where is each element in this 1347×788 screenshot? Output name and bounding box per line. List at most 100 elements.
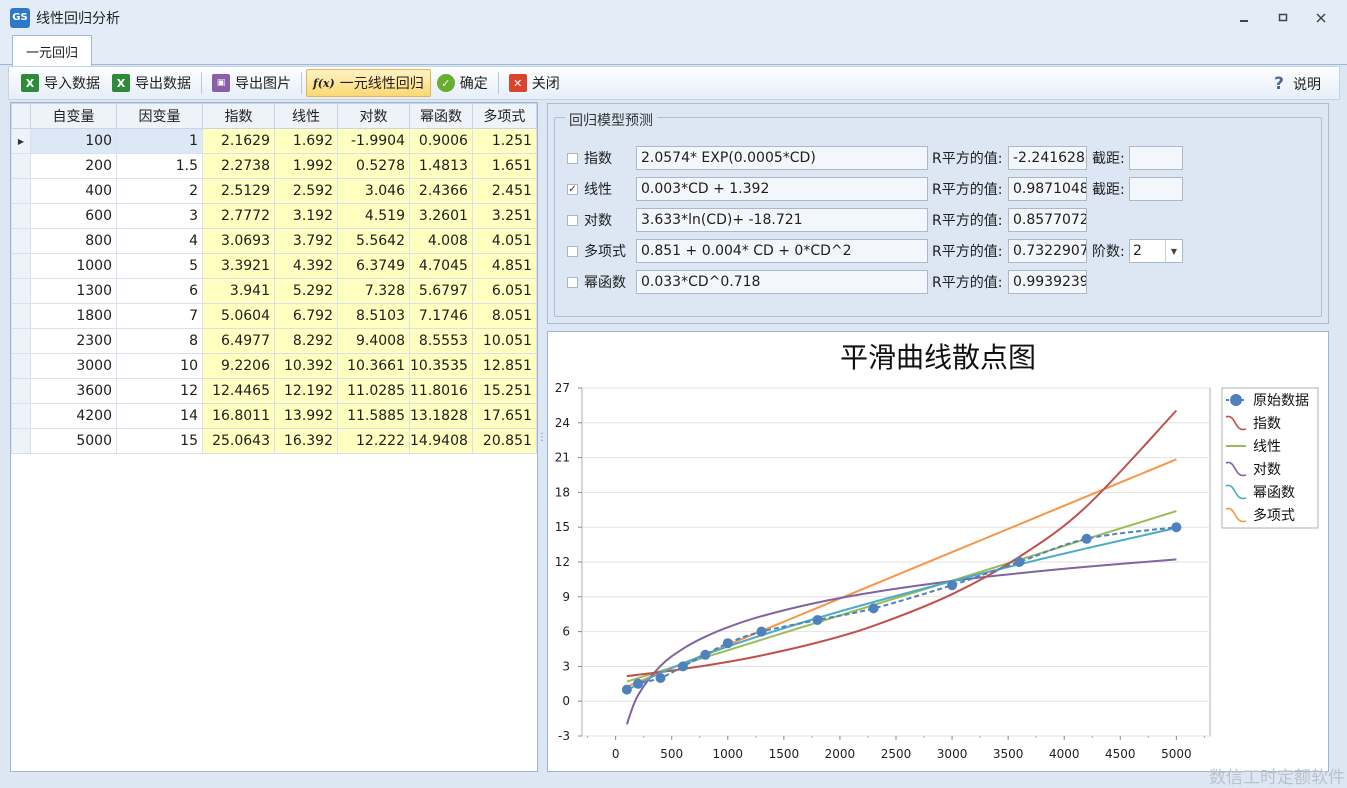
table-cell[interactable]: 10	[116, 353, 203, 379]
table-cell[interactable]: 8.292	[274, 328, 338, 354]
table-cell[interactable]: 1.992	[274, 153, 338, 179]
table-cell[interactable]: 16.392	[274, 428, 338, 454]
table-cell[interactable]: 4.392	[274, 253, 338, 279]
table-row[interactable]: 1300 6 3.941 5.292 7.328 5.6797 6.051	[11, 278, 537, 304]
table-cell[interactable]: 4	[116, 228, 203, 254]
table-row[interactable]: 200 1.5 2.2738 1.992 0.5278 1.4813 1.651	[11, 153, 537, 179]
table-cell[interactable]: 14.9408	[409, 428, 473, 454]
table-cell[interactable]: 13.992	[274, 403, 338, 429]
table-cell[interactable]: 5	[116, 253, 203, 279]
formula-field[interactable]: 0.851 + 0.004* CD + 0*CD^2	[636, 239, 928, 263]
row-indicator[interactable]	[11, 403, 31, 429]
table-row[interactable]: 5000 15 25.0643 16.392 12.222 14.9408 20.851	[11, 428, 537, 454]
model-checkbox[interactable]	[567, 152, 578, 164]
table-cell[interactable]: 3.2601	[409, 203, 473, 229]
table-cell[interactable]: 12.192	[274, 378, 338, 404]
table-cell[interactable]: 20.851	[471, 428, 537, 454]
table-cell[interactable]: 6.3749	[337, 253, 410, 279]
table-row[interactable]: 1800 7 5.0604 6.792 8.5103 7.1746 8.051	[11, 303, 537, 329]
order-select[interactable]: 2 ▼	[1129, 239, 1183, 263]
table-cell[interactable]: 6.792	[274, 303, 338, 329]
r-squared-field[interactable]: -2.2416285	[1008, 146, 1087, 170]
table-cell[interactable]: 11.5885	[337, 403, 410, 429]
table-cell[interactable]: 5.292	[274, 278, 338, 304]
panel-splitter[interactable]: ⋮	[537, 102, 547, 772]
column-header-poly[interactable]: 多项式	[471, 103, 537, 129]
import-data-button[interactable]: X 导入数据	[15, 69, 106, 97]
table-cell[interactable]: 4.519	[337, 203, 410, 229]
model-checkbox[interactable]	[567, 276, 578, 288]
table-cell[interactable]: 2.4366	[409, 178, 473, 204]
maximize-button[interactable]	[1273, 10, 1293, 26]
table-row[interactable]: 4200 14 16.8011 13.992 11.5885 13.1828 17.651	[11, 403, 537, 429]
table-cell[interactable]: 4.851	[471, 253, 537, 279]
row-indicator[interactable]	[11, 303, 31, 329]
table-cell[interactable]: 16.8011	[202, 403, 275, 429]
r-squared-field[interactable]: 0.7322907	[1008, 239, 1087, 263]
table-cell[interactable]: 10.392	[274, 353, 338, 379]
table-cell[interactable]: 3000	[30, 353, 117, 379]
table-cell[interactable]: 8.051	[471, 303, 537, 329]
table-cell[interactable]: -1.9904	[337, 128, 410, 154]
table-row[interactable]: 3600 12 12.4465 12.192 11.0285 11.8016 15.251	[11, 378, 537, 404]
row-indicator[interactable]	[11, 253, 31, 279]
table-cell[interactable]: 6	[116, 278, 203, 304]
column-header-log[interactable]: 对数	[337, 103, 410, 129]
table-cell[interactable]: 6.051	[471, 278, 537, 304]
table-cell[interactable]: 4200	[30, 403, 117, 429]
table-cell[interactable]: 12.851	[471, 353, 537, 379]
r-squared-field[interactable]: 0.9871048	[1008, 177, 1087, 201]
table-cell[interactable]: 1.651	[471, 153, 537, 179]
table-cell[interactable]: 2.5129	[202, 178, 275, 204]
table-cell[interactable]: 0.9006	[409, 128, 473, 154]
column-header-linear[interactable]: 线性	[274, 103, 338, 129]
table-cell[interactable]: 1000	[30, 253, 117, 279]
table-cell[interactable]: 8.5553	[409, 328, 473, 354]
table-row[interactable]: 3000 10 9.2206 10.392 10.3661 10.3535 12.851	[11, 353, 537, 379]
table-cell[interactable]: 100	[30, 128, 117, 154]
table-row[interactable]: 800 4 3.0693 3.792 5.5642 4.008 4.051	[11, 228, 537, 254]
table-cell[interactable]: 600	[30, 203, 117, 229]
table-cell[interactable]: 2.592	[274, 178, 338, 204]
table-cell[interactable]: 2.1629	[202, 128, 275, 154]
table-cell[interactable]: 12	[116, 378, 203, 404]
table-cell[interactable]: 25.0643	[202, 428, 275, 454]
table-cell[interactable]: 2.7772	[202, 203, 275, 229]
table-cell[interactable]: 14	[116, 403, 203, 429]
table-cell[interactable]: 9.4008	[337, 328, 410, 354]
table-cell[interactable]: 3.792	[274, 228, 338, 254]
table-cell[interactable]: 2	[116, 178, 203, 204]
table-cell[interactable]: 4.008	[409, 228, 473, 254]
table-cell[interactable]: 4.051	[471, 228, 537, 254]
table-cell[interactable]: 800	[30, 228, 117, 254]
table-cell[interactable]: 11.8016	[409, 378, 473, 404]
confirm-button[interactable]: ✓ 确定	[431, 69, 494, 97]
table-cell[interactable]: 1800	[30, 303, 117, 329]
table-cell[interactable]: 3.3921	[202, 253, 275, 279]
model-checkbox[interactable]	[567, 214, 578, 226]
formula-field[interactable]: 0.003*CD + 1.392	[636, 177, 928, 201]
table-cell[interactable]: 2.2738	[202, 153, 275, 179]
table-cell[interactable]: 17.651	[471, 403, 537, 429]
row-indicator[interactable]	[11, 178, 31, 204]
table-cell[interactable]: 5.0604	[202, 303, 275, 329]
r-squared-field[interactable]: 0.9939239	[1008, 270, 1087, 294]
minimize-button[interactable]	[1234, 10, 1254, 26]
model-checkbox[interactable]	[567, 245, 578, 257]
column-header-power[interactable]: 幂函数	[409, 103, 473, 129]
table-cell[interactable]: 8.5103	[337, 303, 410, 329]
row-indicator[interactable]	[11, 378, 31, 404]
row-indicator[interactable]	[11, 353, 31, 379]
table-cell[interactable]: 3	[116, 203, 203, 229]
intercept-field[interactable]	[1129, 177, 1183, 201]
table-cell[interactable]: 13.1828	[409, 403, 473, 429]
table-cell[interactable]: 1.5	[116, 153, 203, 179]
table-cell[interactable]: 8	[116, 328, 203, 354]
table-cell[interactable]: 7.1746	[409, 303, 473, 329]
column-header-y[interactable]: 因变量	[116, 103, 203, 129]
table-row[interactable]: 1000 5 3.3921 4.392 6.3749 4.7045 4.851	[11, 253, 537, 279]
table-cell[interactable]: 3600	[30, 378, 117, 404]
formula-field[interactable]: 3.633*ln(CD)+ -18.721	[636, 208, 928, 232]
table-cell[interactable]: 0.5278	[337, 153, 410, 179]
row-indicator[interactable]: ▶	[11, 128, 31, 154]
